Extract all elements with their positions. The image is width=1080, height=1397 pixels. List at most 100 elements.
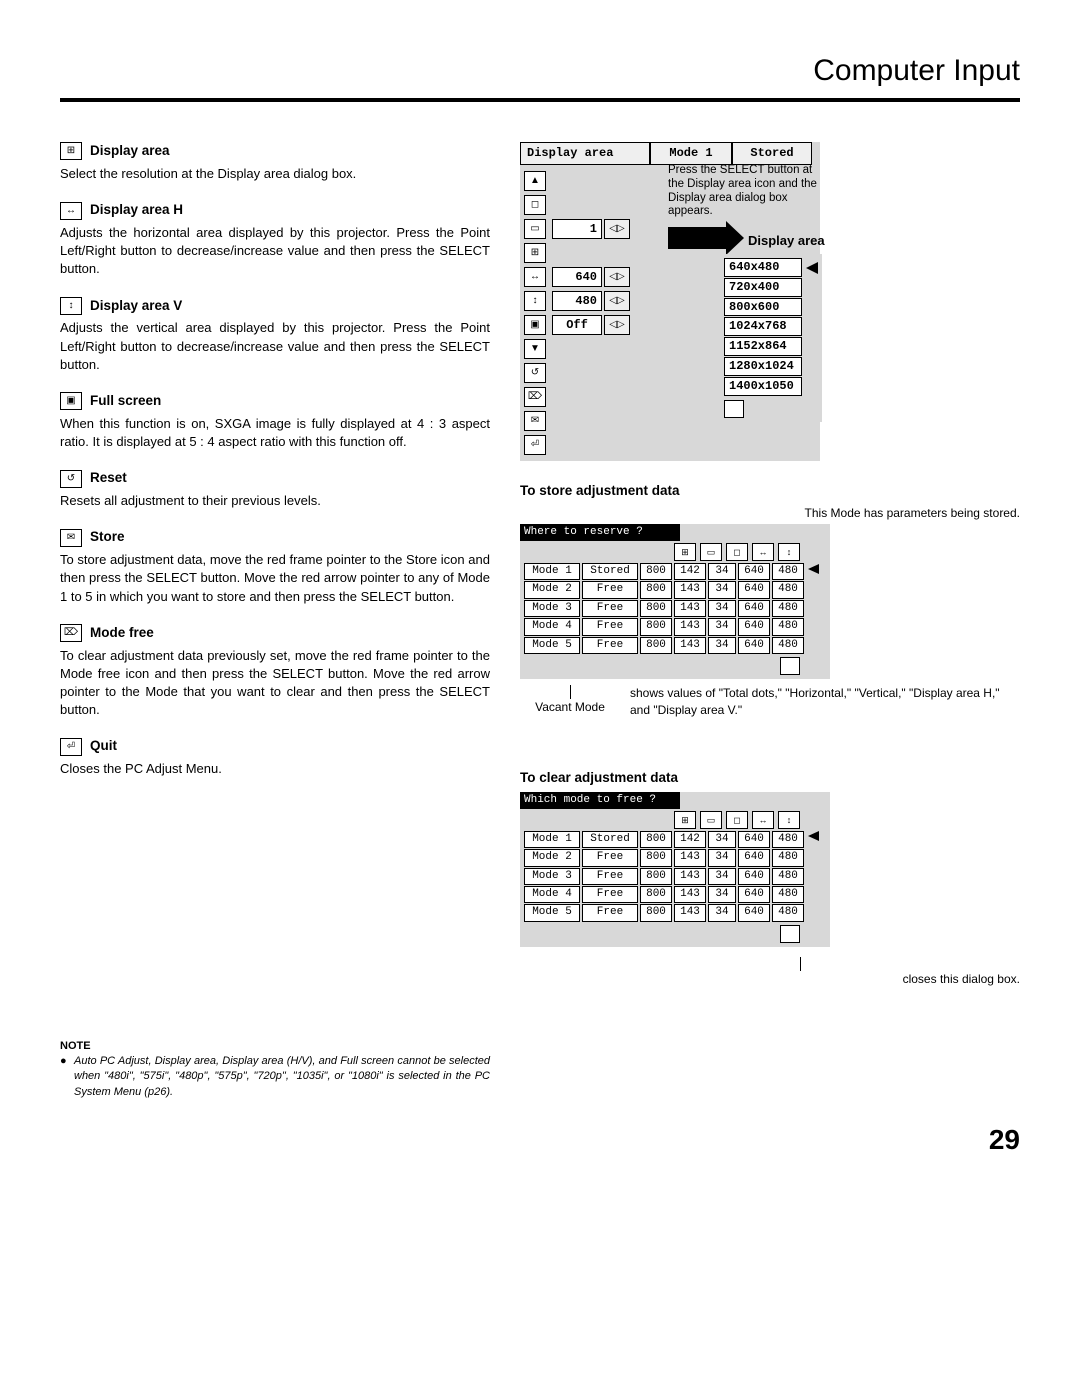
note-label: NOTE <box>60 1040 91 1052</box>
res-item[interactable]: 640x480 <box>724 258 802 277</box>
v-icon[interactable]: ↕ <box>524 291 546 311</box>
res-item[interactable]: 800x600 <box>724 298 802 317</box>
col-icon: ⊞ <box>674 543 696 561</box>
full-screen-icon: ▣ <box>60 392 82 410</box>
val-full: Off <box>552 315 602 335</box>
p-reset: Resets all adjustment to their previous … <box>60 492 490 510</box>
h-mode-free: Mode free <box>90 624 154 643</box>
res-item[interactable]: 1152x864 <box>724 337 802 356</box>
panel-quit-icon[interactable]: ⏎ <box>524 435 546 455</box>
h-quit: Quit <box>90 737 117 756</box>
h-reset: Reset <box>90 469 127 488</box>
p-store: To store adjustment data, move the red f… <box>60 551 490 606</box>
display-area-label: Display area <box>748 232 825 250</box>
h-icon[interactable]: ↔ <box>524 267 546 287</box>
col-icon: ↕ <box>778 811 800 829</box>
table-quit-icon[interactable] <box>780 925 800 943</box>
col-icon: ⊞ <box>674 811 696 829</box>
panel-reset-icon[interactable]: ↺ <box>524 363 546 383</box>
panel-modefree-icon[interactable]: ⌦ <box>524 387 546 407</box>
p-display-area: Select the resolution at the Display are… <box>60 165 490 183</box>
h-display-area-v: Display area V <box>90 297 182 316</box>
pos-icon[interactable]: ◻ <box>524 195 546 215</box>
col-icon: ▭ <box>700 543 722 561</box>
display-area-icon: ⊞ <box>60 142 82 160</box>
col-icon: ▭ <box>700 811 722 829</box>
scroll-down-icon[interactable]: ▼ <box>524 339 546 359</box>
h-display-area-h: Display area H <box>90 201 183 220</box>
left-column: ⊞ Display area Select the resolution at t… <box>60 142 490 1100</box>
table-row[interactable]: Mode 1Stored80014234640480 <box>520 563 830 580</box>
col-icon: ◻ <box>726 811 748 829</box>
table-quit-icon[interactable] <box>780 657 800 675</box>
panel-store-icon[interactable]: ✉ <box>524 411 546 431</box>
table-row[interactable]: Mode 2Free80014334640480 <box>520 849 830 866</box>
pointer-icon <box>806 262 818 274</box>
panel-title: Display area <box>520 142 650 165</box>
arrow-icon <box>668 227 728 249</box>
store-prompt: Where to reserve ? <box>520 524 680 541</box>
p-mode-free: To clear adjustment data previously set,… <box>60 647 490 720</box>
clear-heading: To clear adjustment data <box>520 769 1020 788</box>
quit-icon: ⏎ <box>60 738 82 756</box>
store-table: Where to reserve ? ⊞ ▭ ◻ ↔ ↕ Mode 1Store… <box>520 524 830 679</box>
vacant-label: Vacant Mode <box>535 700 605 714</box>
res-item[interactable]: 1400x1050 <box>724 377 802 396</box>
page-title: Computer Input <box>60 50 1020 92</box>
callout-select: Press the SELECT button at the Display a… <box>668 164 828 219</box>
table-row[interactable]: Mode 1Stored80014234640480 <box>520 831 830 848</box>
table-row[interactable]: Mode 5Free80014334640480 <box>520 637 830 654</box>
p-quit: Closes the PC Adjust Menu. <box>60 760 490 778</box>
col-icon: ↕ <box>778 543 800 561</box>
closes-label: closes this dialog box. <box>903 972 1020 986</box>
val-h: 640 <box>552 267 602 287</box>
col-icon: ↔ <box>752 811 774 829</box>
lr-button[interactable]: ◁▷ <box>604 267 630 287</box>
display-area-h-icon: ↔ <box>60 202 82 220</box>
note-block: NOTE Auto PC Adjust, Display area, Displ… <box>60 1039 490 1101</box>
lr-button[interactable]: ◁▷ <box>604 219 630 239</box>
col-icon: ↔ <box>752 543 774 561</box>
scroll-up-icon[interactable]: ▲ <box>524 171 546 191</box>
table-row[interactable]: Mode 4Free80014334640480 <box>520 618 830 635</box>
store-icon: ✉ <box>60 529 82 547</box>
title-bar: Computer Input <box>60 50 1020 102</box>
clear-table: Which mode to free ? ⊞ ▭ ◻ ↔ ↕ Mode 1Sto… <box>520 792 830 947</box>
table-row[interactable]: Mode 3Free80014334640480 <box>520 868 830 885</box>
mode-free-icon: ⌦ <box>60 624 82 642</box>
res-item[interactable]: 1024x768 <box>724 317 802 336</box>
h-full-screen: Full screen <box>90 392 161 411</box>
full-icon[interactable]: ▣ <box>524 315 546 335</box>
res-quit-icon[interactable] <box>724 400 744 418</box>
lr-button[interactable]: ◁▷ <box>604 291 630 311</box>
col-icon: ◻ <box>726 543 748 561</box>
grid-icon[interactable]: ⊞ <box>524 243 546 263</box>
lr-button[interactable]: ◁▷ <box>604 315 630 335</box>
res-item[interactable]: 1280x1024 <box>724 357 802 376</box>
p-display-area-v: Adjusts the vertical area displayed by t… <box>60 319 490 374</box>
store-heading: To store adjustment data <box>520 482 1020 501</box>
note-body: Auto PC Adjust, Display area, Display ar… <box>74 1054 490 1100</box>
table-row[interactable]: Mode 2Free80014334640480 <box>520 581 830 598</box>
values-label: shows values of "Total dots," "Horizonta… <box>630 685 1020 719</box>
res-item[interactable]: 720x400 <box>724 278 802 297</box>
table-row[interactable]: Mode 3Free80014334640480 <box>520 600 830 617</box>
reset-icon: ↺ <box>60 470 82 488</box>
val-top: 1 <box>552 219 602 239</box>
aspect-icon[interactable]: ▭ <box>524 219 546 239</box>
p-full-screen: When this function is on, SXGA image is … <box>60 415 490 451</box>
resolution-list: 640x480 720x400 800x600 1024x768 1152x86… <box>720 254 822 422</box>
page-number: 29 <box>60 1120 1020 1159</box>
table-row[interactable]: Mode 4Free80014334640480 <box>520 886 830 903</box>
h-store: Store <box>90 528 125 547</box>
clear-prompt: Which mode to free ? <box>520 792 680 809</box>
store-caption: This Mode has parameters being stored. <box>520 505 1020 522</box>
panel-mode[interactable]: Mode 1 <box>650 142 732 165</box>
val-v: 480 <box>552 291 602 311</box>
table-row[interactable]: Mode 5Free80014334640480 <box>520 904 830 921</box>
p-display-area-h: Adjusts the horizontal area displayed by… <box>60 224 490 279</box>
h-display-area: Display area <box>90 142 170 161</box>
right-column: Display area Mode 1 Stored ▲ ◻ ▭ ⊞ ↔ ↕ ▣… <box>520 142 1020 1100</box>
panel-status: Stored <box>732 142 812 165</box>
display-area-v-icon: ↕ <box>60 297 82 315</box>
